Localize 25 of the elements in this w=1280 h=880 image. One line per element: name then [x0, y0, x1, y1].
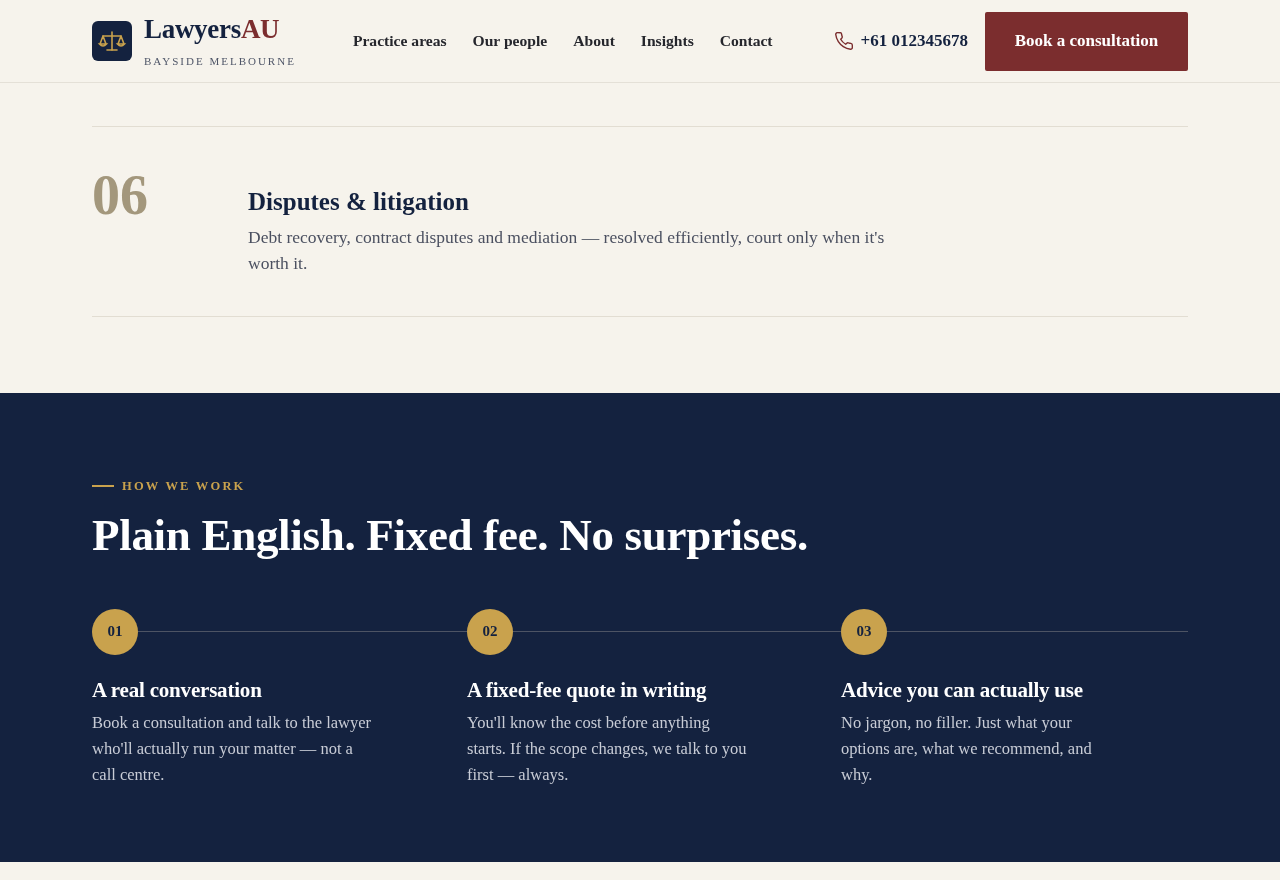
- phone-icon: [834, 32, 853, 50]
- practice-area-description: Debt recovery, contract disputes and mediation — resolved efficiently, court only when it's worth it.: [248, 226, 886, 275]
- nav-link[interactable]: About: [573, 29, 615, 53]
- nav-link[interactable]: Contact: [719, 29, 773, 53]
- item-number: 06: [92, 167, 149, 228]
- section-eyebrow: HOW WE WORK: [122, 480, 246, 493]
- brand-name: LawyersAU: [144, 15, 281, 43]
- step-description: No jargon, no filler. Just what your options are, what we recommend, and why.: [841, 711, 1093, 786]
- nav-link[interactable]: Practice areas: [352, 29, 447, 53]
- step-title: A fixed-fee quote in writing: [467, 676, 708, 704]
- step-description: You'll know the cost before anything starts. If the scope changes, we talk to you first — always.: [467, 711, 748, 786]
- practice-area-title: Disputes & litigation: [248, 187, 470, 217]
- step-number: 01: [92, 608, 138, 655]
- step-description: Book a consultation and talk to the lawyer who'll actually run your matter — not a call centre.: [92, 711, 373, 786]
- phone-link[interactable]: +61 012345678: [834, 28, 968, 54]
- scales-logo-icon: [92, 21, 132, 61]
- step-number: 02: [467, 608, 513, 655]
- nav-link[interactable]: Insights: [640, 29, 694, 53]
- step-number: 03: [841, 608, 887, 655]
- section-heading: Plain English. Fixed fee. No surprises.: [92, 508, 809, 562]
- step-title: A real conversation: [92, 676, 263, 704]
- step-title: Advice you can actually use: [841, 676, 1084, 704]
- book-consultation-button[interactable]: Book a consultation: [985, 11, 1188, 71]
- nav-link[interactable]: Our people: [472, 29, 548, 53]
- brand-tagline: BAYSIDE MELBOURNE: [144, 55, 296, 67]
